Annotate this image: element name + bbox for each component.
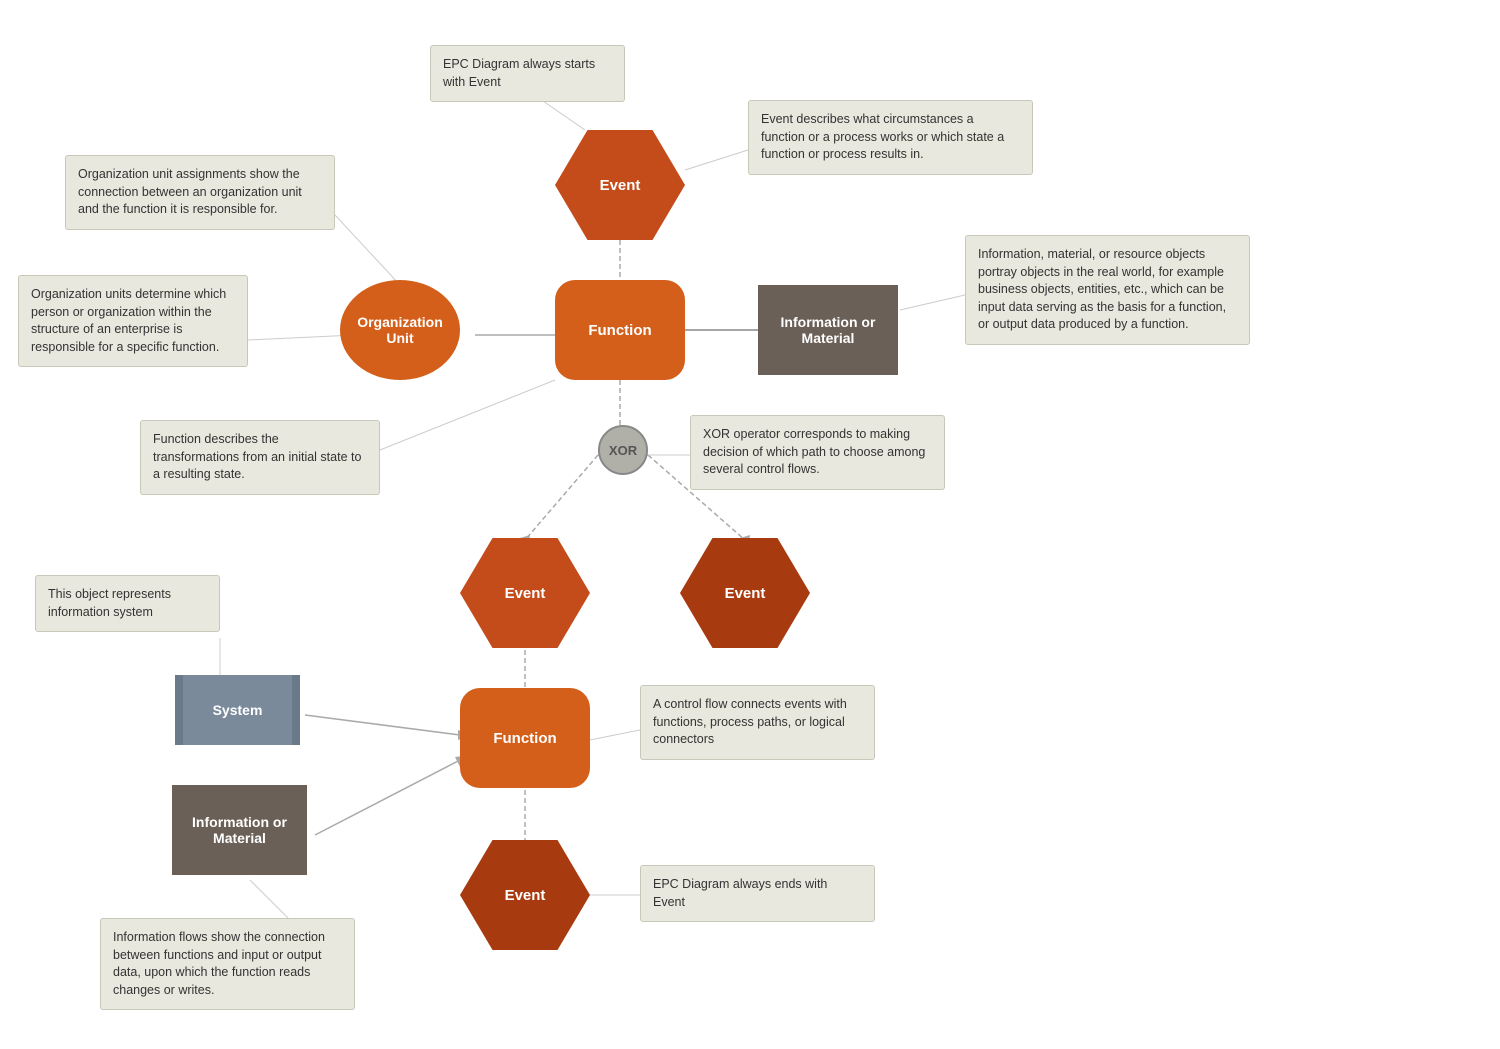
event-shape-2[interactable]: Event — [460, 538, 590, 648]
tooltip-xor-desc: XOR operator corresponds to making decis… — [690, 415, 945, 490]
event2-label: Event — [505, 585, 546, 602]
system-shape[interactable]: System — [175, 675, 300, 745]
info-material-shape-1[interactable]: Information or Material — [758, 285, 898, 375]
diagram-container: EPC Diagram always starts with Event Org… — [0, 0, 1500, 1049]
tooltip-info-flow-desc: Information flows show the connection be… — [100, 918, 355, 1010]
event3-label: Event — [725, 585, 766, 602]
event4-label: Event — [505, 887, 546, 904]
tooltip-system-desc: This object represents information syste… — [35, 575, 220, 632]
info-material-shape-2[interactable]: Information or Material — [172, 785, 307, 875]
tooltip-info-material-desc: Information, material, or resource objec… — [965, 235, 1250, 345]
event-shape-3[interactable]: Event — [680, 538, 810, 648]
tooltip-org-unit-desc: Organization units determine which perso… — [18, 275, 248, 367]
function2-label: Function — [493, 730, 556, 747]
function1-label: Function — [588, 322, 651, 339]
xor-label: XOR — [609, 443, 637, 458]
info-material2-label: Information or Material — [192, 814, 287, 846]
function-shape-1[interactable]: Function — [555, 280, 685, 380]
event-shape-4[interactable]: Event — [460, 840, 590, 950]
tooltip-event-desc: Event describes what circumstances a fun… — [748, 100, 1033, 175]
org-unit-label: Organization Unit — [357, 314, 443, 346]
tooltip-function-desc: Function describes the transformations f… — [140, 420, 380, 495]
tooltip-epc-end: EPC Diagram always ends with Event — [640, 865, 875, 922]
event1-label: Event — [600, 177, 641, 194]
tooltip-control-flow-desc: A control flow connects events with func… — [640, 685, 875, 760]
info-material1-label: Information or Material — [781, 314, 876, 346]
xor-shape[interactable]: XOR — [598, 425, 648, 475]
tooltip-epc-start: EPC Diagram always starts with Event — [430, 45, 625, 102]
org-unit-shape[interactable]: Organization Unit — [340, 280, 460, 380]
function-shape-2[interactable]: Function — [460, 688, 590, 788]
system-label: System — [213, 702, 263, 718]
event-shape-1[interactable]: Event — [555, 130, 685, 240]
tooltip-org-assign: Organization unit assignments show the c… — [65, 155, 335, 230]
